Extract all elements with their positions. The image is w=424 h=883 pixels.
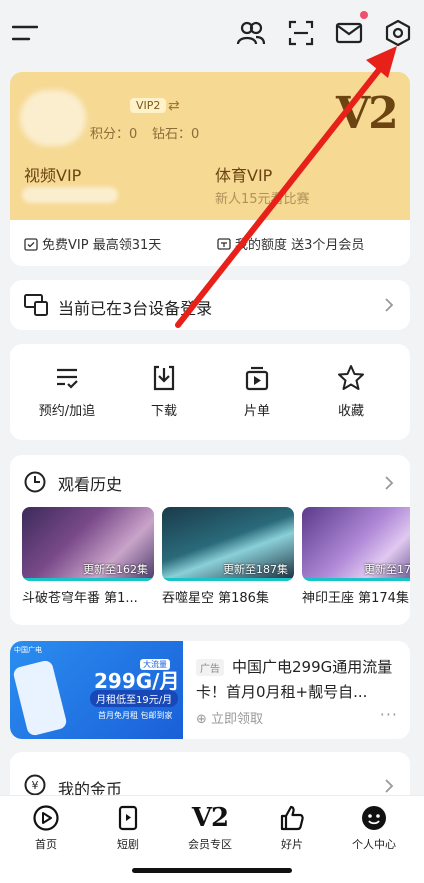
v2-icon: V2 (191, 803, 229, 833)
watch-progress (162, 578, 294, 581)
free-vip-text: 免费VIP 最高领31天 (42, 238, 162, 253)
calendar-check-icon (24, 237, 38, 251)
clock-icon (24, 471, 46, 493)
blurred-expiry (22, 187, 118, 203)
quota-text: 我的额度 送3个月会员 (235, 238, 365, 253)
ad-price-tag: 大流量 (140, 659, 170, 670)
menu-icon[interactable] (12, 20, 38, 46)
nav-home[interactable]: 首页 (11, 804, 81, 852)
chevron-right-icon (385, 298, 394, 312)
chevron-right-icon[interactable] (384, 476, 394, 490)
chevron-right-icon (385, 779, 394, 793)
home-indicator (132, 868, 292, 873)
nav-vip-zone[interactable]: V2 会员专区 (175, 804, 245, 852)
svg-text:¥: ¥ (32, 779, 39, 792)
phone-illustration (12, 659, 68, 737)
nav-profile[interactable]: 个人中心 (339, 804, 409, 852)
history-item-title[interactable]: 神印王座 第174集 (302, 587, 410, 606)
vip-card[interactable]: VIP2 ⇄ 积分：0 钻石：0 V2 视频VIP 体育VIP 新人15元看比赛… (10, 72, 410, 266)
home-play-icon (33, 805, 59, 831)
ad-small-print: 首月免月租 包邮到家 (98, 711, 173, 720)
history-item-title[interactable]: 斗破苍穹年番 第1... (22, 587, 154, 606)
nav-vip-zone-label: 会员专区 (188, 838, 232, 851)
friends-icon[interactable] (236, 18, 266, 48)
favorites-label: 收藏 (337, 404, 364, 419)
episode-update: 更新至187集 (223, 563, 288, 576)
quick-actions: 预约/加追 下载 片单 收藏 (10, 344, 410, 440)
settings-icon[interactable] (383, 18, 413, 48)
quota-link[interactable]: 我的额度 送3个月会员 (217, 234, 364, 253)
ad-brand-logo: 中国广电 (14, 646, 42, 654)
nav-profile-label: 个人中心 (352, 838, 396, 851)
playlist-icon (245, 366, 269, 391)
nav-short-drama-label: 短剧 (117, 838, 139, 851)
history-thumbnail[interactable]: 更新至162集 (22, 507, 154, 581)
ad-subtitle: 月租低至19元/月 (90, 690, 179, 707)
ad-title[interactable]: 中国广电299G通用流量卡！首月0月租+靓号自... (196, 655, 404, 705)
vip-benefits: 免费VIP 最高领31天 我的额度 送3个月会员 (10, 220, 410, 266)
mail-icon[interactable] (334, 18, 364, 48)
devices-icon (24, 294, 48, 316)
diamonds-label: 钻石：0 (152, 127, 200, 142)
ad-claim-link[interactable]: ⊕ 立即领取 (196, 708, 263, 727)
watch-progress (22, 578, 154, 581)
thumbs-up-icon (280, 805, 304, 831)
sport-vip-label[interactable]: 体育VIP (215, 162, 272, 186)
profile-icon (362, 806, 386, 830)
playlist-label: 片单 (243, 404, 270, 419)
device-login-text: 当前已在3台设备登录 (58, 299, 213, 318)
download-label: 下载 (150, 404, 177, 419)
nav-good-films[interactable]: 好片 (257, 804, 327, 852)
episode-update: 更新至17 (364, 563, 410, 576)
free-vip-link[interactable]: 免费VIP 最高领31天 (24, 234, 161, 253)
history-item-title[interactable]: 吞噬星空 第186集 (162, 587, 294, 606)
device-login-row[interactable]: 当前已在3台设备登录 (10, 280, 410, 330)
ad-image[interactable]: 中国广电 299G/月 大流量 月租低至19元/月 首月免月租 包邮到家 (10, 641, 183, 739)
history-thumbnail[interactable]: 更新至17 (302, 507, 410, 581)
star-icon (338, 365, 364, 390)
swap-icon: ⇄ (168, 98, 180, 114)
top-bar (0, 0, 424, 66)
nav-short-drama[interactable]: 短剧 (93, 804, 163, 852)
vip-header: VIP2 ⇄ 积分：0 钻石：0 V2 视频VIP 体育VIP 新人15元看比赛 (10, 72, 410, 220)
scan-icon[interactable] (286, 18, 316, 48)
reservation-button[interactable]: 预约/加追 (22, 364, 112, 419)
download-button[interactable]: 下载 (119, 364, 209, 419)
episode-update: 更新至162集 (83, 563, 148, 576)
ad-banner[interactable]: 中国广电 299G/月 大流量 月租低至19元/月 首月免月租 包邮到家 广告 … (10, 641, 410, 739)
vip-level-mark: V2 (336, 88, 399, 139)
points-label: 积分：0 (90, 127, 138, 142)
watch-history: 观看历史 更新至162集 斗破苍穹年番 第1... 更新至187集 吞噬星空 第… (10, 455, 410, 625)
download-icon (153, 365, 175, 391)
sport-vip-subtitle: 新人15元看比赛 (215, 192, 310, 207)
more-options-icon[interactable]: ··· (380, 705, 398, 724)
reservation-label: 预约/加追 (38, 404, 96, 419)
short-drama-icon (118, 805, 138, 831)
avatar[interactable] (20, 90, 86, 146)
reservation-icon (57, 368, 78, 389)
video-vip-label[interactable]: 视频VIP (24, 162, 81, 186)
history-title[interactable]: 观看历史 (58, 471, 122, 495)
claim-icon: ⊕ (196, 712, 207, 727)
vip-level-badge: VIP2 (130, 98, 167, 113)
favorites-button[interactable]: 收藏 (306, 364, 396, 419)
nav-home-label: 首页 (35, 838, 57, 851)
notification-dot (360, 11, 368, 19)
coupon-icon (217, 237, 231, 250)
watch-progress (302, 578, 410, 581)
history-thumbnail[interactable]: 更新至187集 (162, 507, 294, 581)
coin-icon: ¥ (24, 774, 46, 796)
nav-good-films-label: 好片 (281, 838, 303, 851)
playlist-button[interactable]: 片单 (212, 364, 302, 419)
ad-claim-label: 立即领取 (211, 712, 264, 727)
